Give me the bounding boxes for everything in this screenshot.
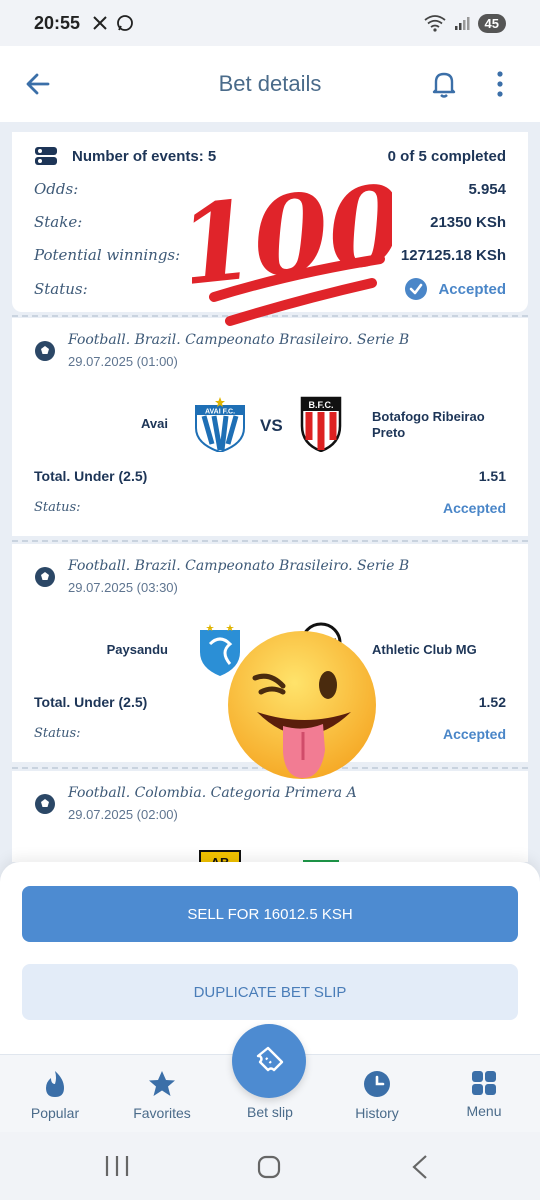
status-time: 20:55 xyxy=(34,12,81,33)
svg-text:AB: AB xyxy=(211,855,230,862)
duplicate-bet-slip-button[interactable]: DUPLICATE BET SLIP xyxy=(22,964,518,1020)
clock-icon xyxy=(364,1071,390,1097)
vs-label: VS xyxy=(260,416,283,435)
nav-bet-slip-label[interactable]: Bet slip xyxy=(220,1104,320,1120)
wifi-icon xyxy=(423,15,446,32)
nav-popular[interactable]: Popular xyxy=(5,1069,105,1121)
svg-text:AVAI F.C.: AVAI F.C. xyxy=(205,409,235,416)
status-value: Accepted xyxy=(438,280,506,298)
market-name: Total. Under (2.5) xyxy=(34,694,148,710)
botafogo-logo: B.F.C. xyxy=(300,396,342,452)
stake-label: Stake: xyxy=(34,213,83,231)
market-odds: 1.51 xyxy=(478,468,506,484)
market-name: Total. Under (2.5) xyxy=(34,468,148,484)
system-nav-bar xyxy=(0,1132,540,1200)
event-card[interactable]: Football. Brazil. Campeonato Brasileiro.… xyxy=(12,318,528,536)
recent-apps-icon[interactable] xyxy=(104,1154,130,1178)
sell-button[interactable]: SELL FOR 16012.5 KSH xyxy=(22,886,518,942)
check-circle-icon xyxy=(405,278,428,300)
event-status-label: Status: xyxy=(34,726,81,741)
nav-favorites-label: Favorites xyxy=(133,1105,191,1121)
odds-label: Odds: xyxy=(34,180,79,198)
stake-value: 21350 KSh xyxy=(430,213,506,231)
status-label: Status: xyxy=(34,280,88,298)
market-odds: 1.52 xyxy=(478,694,506,710)
event-status-value: Accepted xyxy=(442,500,506,516)
bell-icon[interactable] xyxy=(428,68,460,100)
event-date: 29.07.2025 (01:00) xyxy=(68,354,178,369)
nav-favorites[interactable]: Favorites xyxy=(112,1069,212,1121)
event-date: 29.07.2025 (02:00) xyxy=(68,807,178,822)
event-status-label: Status: xyxy=(34,500,81,515)
event-date: 29.07.2025 (03:30) xyxy=(68,580,178,595)
football-icon xyxy=(35,567,55,587)
event-teams: AB xyxy=(12,849,528,862)
ticket-icon xyxy=(256,1046,284,1072)
x-icon xyxy=(93,16,107,30)
nav-popular-label: Popular xyxy=(30,1105,80,1121)
bet-slip-fab[interactable] xyxy=(232,1024,306,1098)
signal-icon xyxy=(454,17,470,30)
completed-count: 0 of 5 completed xyxy=(387,147,506,165)
whatsapp-icon xyxy=(117,15,133,31)
away-team: Botafogo Ribeirao Preto xyxy=(372,409,485,440)
home-team: Paysandu xyxy=(106,642,168,657)
divider xyxy=(12,540,528,542)
home-team: Avai xyxy=(141,416,168,431)
battery-indicator: 45 xyxy=(477,13,506,33)
deportivo-logo xyxy=(303,855,339,862)
nav-history-label: History xyxy=(355,1105,399,1121)
odds-value: 5.954 xyxy=(468,180,506,198)
back-nav-icon[interactable] xyxy=(410,1154,430,1180)
event-status-value: Accepted xyxy=(442,726,506,742)
svg-text:B.F.C.: B.F.C. xyxy=(308,400,333,410)
more-vertical-icon[interactable] xyxy=(490,68,510,100)
event-league: Football. Brazil. Campeonato Brasileiro.… xyxy=(68,558,410,574)
nav-history[interactable]: History xyxy=(327,1069,427,1121)
app-header: Bet details xyxy=(0,46,540,122)
nav-menu[interactable]: Menu xyxy=(434,1069,534,1119)
avai-logo: AVAI F.C. xyxy=(195,397,245,452)
winnings-value: 127125.18 KSh xyxy=(400,246,506,264)
alianza-logo: AB xyxy=(199,850,241,862)
star-icon xyxy=(149,1071,175,1096)
football-icon xyxy=(35,341,55,361)
back-arrow-icon[interactable] xyxy=(22,68,54,100)
nav-menu-label: Menu xyxy=(466,1103,502,1119)
event-market-row: Total. Under (2.5) 1.51 xyxy=(34,468,506,484)
event-teams: Avai AVAI F.C. VS B.F.C. Botafogo Ribeir… xyxy=(12,396,528,456)
event-league: Football. Colombia. Categoria Primera A xyxy=(68,785,357,801)
football-icon xyxy=(35,794,55,814)
home-icon[interactable] xyxy=(256,1154,282,1180)
event-card[interactable]: Football. Colombia. Categoria Primera A … xyxy=(12,771,528,862)
event-status-row: Status: Accepted xyxy=(34,500,506,516)
events-list-icon xyxy=(35,147,57,165)
winking-tongue-emoji xyxy=(228,631,376,779)
flame-icon xyxy=(46,1071,64,1097)
away-team: Athletic Club MG xyxy=(372,642,477,657)
grid-icon xyxy=(472,1071,496,1095)
hundred-points-sticker: 100 xyxy=(192,162,392,326)
status-bar: 20:55 45 xyxy=(0,0,540,46)
winnings-label: Potential winnings: xyxy=(34,246,181,264)
